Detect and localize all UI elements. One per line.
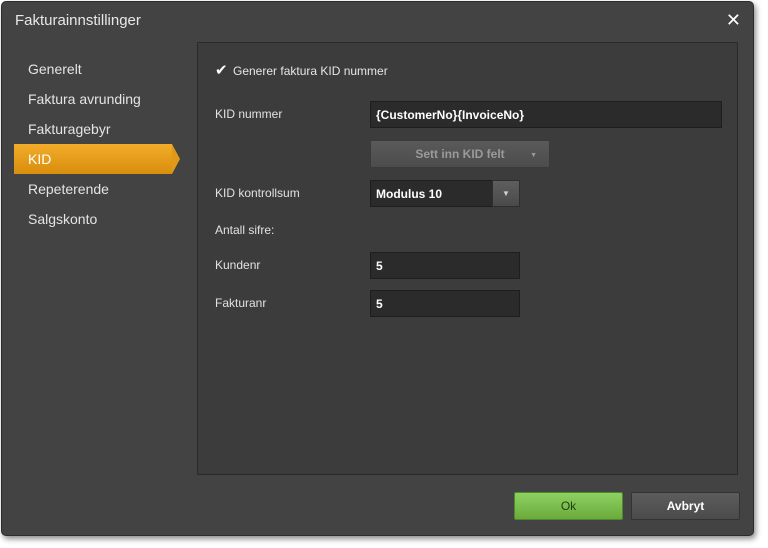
ok-button[interactable]: Ok (514, 492, 623, 520)
kid-number-input[interactable]: {CustomerNo}{InvoiceNo} (370, 101, 722, 128)
checksum-label: KID kontrollsum (215, 186, 300, 200)
cancel-button[interactable]: Avbryt (631, 492, 740, 520)
nav-item-kid[interactable]: KID (14, 144, 180, 174)
digits-label: Antall sifre: (215, 223, 275, 237)
close-icon[interactable]: ✕ (726, 10, 741, 30)
invoice-number-input[interactable]: 5 (370, 290, 520, 317)
generate-kid-row: ✔ Generer faktura KID nummer (215, 63, 388, 78)
nav-item-generelt[interactable]: Generelt (14, 54, 182, 84)
nav-item-repeterende[interactable]: Repeterende (14, 174, 182, 204)
customer-number-input[interactable]: 5 (370, 252, 520, 279)
generate-kid-label[interactable]: Generer faktura KID nummer (233, 64, 388, 78)
title-bar: Fakturainnstillinger ✕ (2, 2, 753, 40)
invoice-number-label: Fakturanr (215, 296, 267, 310)
checksum-select[interactable]: Modulus 10 (370, 180, 493, 207)
customer-number-label: Kundenr (215, 258, 261, 272)
checkmark-icon[interactable]: ✔ (215, 63, 229, 78)
nav-item-fakturagebyr[interactable]: Fakturagebyr (14, 114, 182, 144)
kid-number-label: KID nummer (215, 107, 283, 121)
caret-down-icon: ▼ (530, 152, 537, 159)
nav-item-faktura-avrunding[interactable]: Faktura avrunding (14, 84, 182, 114)
insert-kid-field-label: Sett inn KID felt (415, 147, 505, 161)
insert-kid-field-button[interactable]: Sett inn KID felt ▼ (370, 140, 550, 168)
dialog-title: Fakturainnstillinger (15, 12, 141, 29)
settings-nav: Generelt Faktura avrunding Fakturagebyr … (14, 54, 182, 234)
invoice-settings-dialog: Fakturainnstillinger ✕ Generelt Faktura … (1, 1, 754, 536)
nav-item-salgskonto[interactable]: Salgskonto (14, 204, 182, 234)
kid-settings-panel: ✔ Generer faktura KID nummer KID nummer … (197, 42, 738, 475)
caret-down-icon[interactable]: ▼ (492, 180, 520, 207)
